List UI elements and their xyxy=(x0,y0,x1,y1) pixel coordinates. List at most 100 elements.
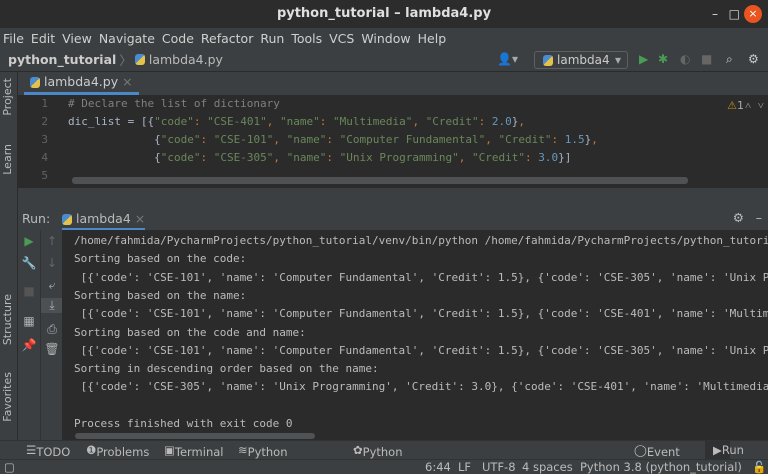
stop-icon[interactable]: ■ xyxy=(701,52,712,66)
python-console-tool-button[interactable]: ✿ Python Console xyxy=(353,443,408,473)
console-line: [{'code': 'CSE-101', 'name': 'Computer F… xyxy=(80,343,768,357)
file-encoding[interactable]: UTF-8 xyxy=(482,460,516,474)
python-interpreter[interactable]: Python 3.8 (python_tutorial) xyxy=(580,460,742,474)
editor-tab-lambda4[interactable]: lambda4.py × xyxy=(24,72,139,95)
debug-icon[interactable]: ✱ xyxy=(658,52,668,66)
code-token: "Credit" xyxy=(498,133,552,146)
stop-icon[interactable]: ■ xyxy=(18,284,40,298)
code-editor[interactable]: 1 # Declare the list of dictionary 2 dic_li… xyxy=(18,95,768,188)
code-token: 1.5 xyxy=(564,133,585,146)
code-token: , xyxy=(485,133,499,146)
user-icon[interactable]: 👤▾ xyxy=(497,52,518,66)
search-icon[interactable]: ⌕ xyxy=(726,52,733,67)
code-token: # Declare the list of dictionary xyxy=(68,97,280,110)
caret-position[interactable]: 6:44 xyxy=(425,460,451,474)
navigate-arrows-icon[interactable]: ˄ ˅ xyxy=(745,99,764,112)
left-tool-strip: Project Learn Structure Favorites xyxy=(0,72,18,440)
console-line: /home/fahmida/PycharmProjects/python_tut… xyxy=(74,234,768,247)
toggle-tool-windows-icon[interactable]: ▢ xyxy=(4,460,15,474)
status-bar: ▢ 6:44 LF UTF-8 4 spaces Python 3.8 (pyt… xyxy=(0,459,768,474)
code-token: "CSE-305" xyxy=(213,151,274,164)
down-arrow-icon[interactable]: ↓ xyxy=(41,256,63,270)
todo-tool-button[interactable]: ☰ TODO xyxy=(26,443,70,459)
menu-file[interactable]: File xyxy=(3,31,24,46)
event-log-tool-button[interactable]: ◯ Event Log xyxy=(634,443,680,473)
code-token: : xyxy=(193,115,208,128)
scroll-to-end-icon[interactable]: ⤓ xyxy=(41,298,63,313)
up-arrow-icon[interactable]: ↑ xyxy=(41,234,63,248)
close-run-tab-icon[interactable]: × xyxy=(135,211,145,226)
line-number: 1 xyxy=(41,97,48,110)
menu-navigate[interactable]: Navigate xyxy=(99,31,155,46)
pin-icon[interactable]: 📌 xyxy=(18,338,40,352)
print-icon[interactable]: ⎙ xyxy=(41,322,63,337)
menu-view[interactable]: View xyxy=(62,31,92,46)
console-line: Process finished with exit code 0 xyxy=(74,417,293,430)
terminal-label: Terminal xyxy=(174,445,224,459)
code-token: "Credit" xyxy=(425,115,479,128)
menu-tools[interactable]: Tools xyxy=(291,31,322,46)
code-line: {"code": "CSE-305", "name": "Unix Progra… xyxy=(68,151,571,164)
indent-setting[interactable]: 4 spaces xyxy=(522,460,573,474)
code-token: "CSE-401" xyxy=(207,115,267,128)
menu-window[interactable]: Window xyxy=(361,31,410,46)
python-packages-tool-button[interactable]: ≋ Python Packages xyxy=(238,443,301,473)
python-file-icon xyxy=(134,54,145,65)
structure-tool-button[interactable]: Structure xyxy=(1,294,14,345)
project-tool-button[interactable]: Project xyxy=(1,78,14,116)
run-tab-lambda4[interactable]: lambda4 × xyxy=(62,211,146,230)
console-line: [{'code': 'CSE-101', 'name': 'Computer F… xyxy=(80,307,768,321)
breadcrumb-project[interactable]: python_tutorial xyxy=(8,52,116,67)
todo-label: TODO xyxy=(36,445,71,459)
run-config-label: lambda4 xyxy=(557,53,610,67)
editor-tabs: lambda4.py × xyxy=(18,72,768,95)
breadcrumb-file[interactable]: lambda4.py xyxy=(149,52,223,67)
problems-tool-button[interactable]: ❶ Problems xyxy=(86,443,149,459)
console-line: Sorting based on the name: xyxy=(74,288,247,302)
menu-vcs[interactable]: VCS xyxy=(329,31,354,46)
line-number: 3 xyxy=(41,133,48,146)
coverage-icon[interactable]: ◐ xyxy=(680,52,690,66)
code-token: : xyxy=(319,115,333,128)
soft-wrap-icon[interactable]: ⤶ xyxy=(41,278,63,293)
rerun-icon[interactable]: ▶ xyxy=(18,234,40,248)
close-tab-icon[interactable]: × xyxy=(122,74,132,89)
maximize-button[interactable]: □ xyxy=(729,0,740,28)
run-icon[interactable]: ▶ xyxy=(639,52,648,66)
favorites-tool-button[interactable]: Favorites xyxy=(1,372,14,422)
menu-code[interactable]: Code xyxy=(162,31,194,46)
code-line: dic_list = [{"code": "CSE-401", "name": … xyxy=(68,115,525,128)
console-output[interactable]: /home/fahmida/PycharmProjects/python_tut… xyxy=(62,230,768,440)
run-tool-button[interactable]: ▶ Run xyxy=(705,441,744,459)
trash-icon[interactable]: 🗑 xyxy=(41,342,63,356)
line-separator[interactable]: LF xyxy=(458,460,471,474)
line-number: 4 xyxy=(41,151,48,164)
console-horizontal-scrollbar[interactable] xyxy=(75,433,315,439)
menu-help[interactable]: Help xyxy=(418,31,447,46)
code-token: "Unix Programming" xyxy=(339,151,459,164)
code-token: dic_list = [{ xyxy=(68,115,155,128)
code-token: "name" xyxy=(286,151,327,164)
wrench-icon[interactable]: 🔧 xyxy=(18,256,40,270)
layout-icon[interactable]: ▦ xyxy=(18,314,40,328)
minimize-button[interactable]: – xyxy=(712,0,718,28)
terminal-tool-button[interactable]: ▣ Terminal xyxy=(164,443,223,459)
problems-label: Problems xyxy=(96,445,150,459)
menu-refactor[interactable]: Refactor xyxy=(201,31,253,46)
menu-edit[interactable]: Edit xyxy=(31,31,55,46)
hide-panel-icon[interactable]: – xyxy=(756,210,762,225)
code-token: , xyxy=(518,115,526,128)
settings-gear-icon[interactable]: ⚙ xyxy=(733,210,744,225)
editor-horizontal-scrollbar[interactable] xyxy=(72,177,688,184)
close-button[interactable]: × xyxy=(744,5,762,23)
code-token: "Credit" xyxy=(472,151,526,164)
learn-tool-button[interactable]: Learn xyxy=(1,144,14,175)
settings-gear-icon[interactable]: ⚙ xyxy=(748,52,759,66)
menu-run[interactable]: Run xyxy=(260,31,284,46)
warning-icon[interactable]: ⚠1 xyxy=(727,99,744,112)
run-label: Run: xyxy=(22,211,51,226)
panel-divider[interactable] xyxy=(18,188,768,208)
run-configuration-select[interactable]: lambda4 ▾ xyxy=(534,51,628,69)
lock-icon[interactable]: 🔓 xyxy=(752,460,766,474)
python-file-icon xyxy=(30,77,40,88)
